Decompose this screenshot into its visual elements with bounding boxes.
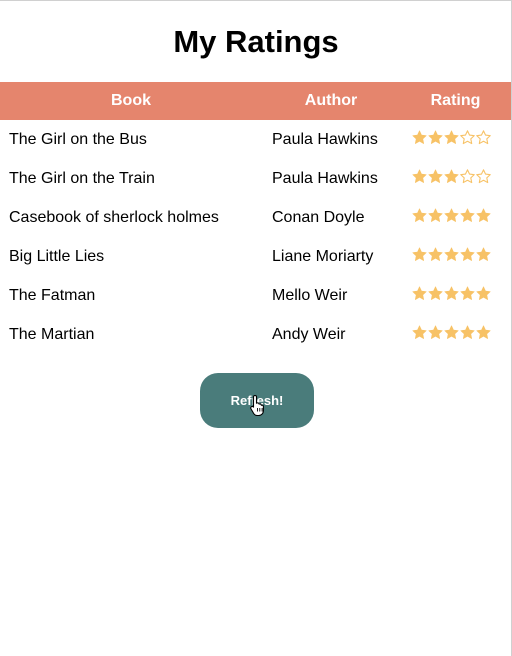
star-rating[interactable] bbox=[412, 168, 491, 184]
star-empty-icon[interactable] bbox=[476, 168, 491, 184]
table-header: Book Author Rating bbox=[0, 82, 511, 120]
star-filled-icon[interactable] bbox=[460, 208, 475, 223]
star-filled-icon[interactable] bbox=[444, 286, 459, 301]
star-filled-icon[interactable] bbox=[428, 247, 443, 262]
star-rating[interactable] bbox=[412, 247, 491, 262]
column-header-rating[interactable]: Rating bbox=[400, 82, 511, 120]
table-body: The Girl on the Bus Paula Hawkins The Girl… bbox=[0, 120, 511, 354]
star-filled-icon[interactable] bbox=[412, 247, 427, 262]
star-filled-icon[interactable] bbox=[428, 325, 443, 340]
star-rating[interactable] bbox=[412, 129, 491, 145]
star-empty-icon[interactable] bbox=[460, 129, 475, 145]
rating-cell bbox=[400, 315, 511, 354]
book-title-cell: Big Little Lies bbox=[9, 247, 105, 265]
book-title-cell: The Martian bbox=[9, 325, 95, 343]
star-rating[interactable] bbox=[412, 286, 491, 301]
star-filled-icon[interactable] bbox=[444, 130, 459, 145]
star-filled-icon[interactable] bbox=[444, 208, 459, 223]
star-filled-icon[interactable] bbox=[412, 208, 427, 223]
column-header-author[interactable]: Author bbox=[262, 82, 400, 120]
book-title-cell: The Girl on the Train bbox=[9, 169, 155, 187]
book-title-cell: Casebook of sherlock holmes bbox=[9, 208, 219, 226]
star-filled-icon[interactable] bbox=[412, 130, 427, 145]
table-row: The Martian Andy Weir bbox=[0, 315, 511, 354]
header-row: Book Author Rating bbox=[0, 82, 511, 120]
star-filled-icon[interactable] bbox=[412, 169, 427, 184]
table-row: The Fatman Mello Weir bbox=[0, 276, 511, 315]
star-filled-icon[interactable] bbox=[444, 325, 459, 340]
author-cell: Paula Hawkins bbox=[272, 169, 378, 187]
star-filled-icon[interactable] bbox=[476, 325, 491, 340]
rating-cell bbox=[400, 120, 511, 159]
star-filled-icon[interactable] bbox=[444, 247, 459, 262]
table-row: The Girl on the Bus Paula Hawkins bbox=[0, 120, 511, 159]
rating-cell bbox=[400, 276, 511, 315]
star-filled-icon[interactable] bbox=[444, 169, 459, 184]
star-empty-icon[interactable] bbox=[476, 129, 491, 145]
rating-cell bbox=[400, 159, 511, 198]
ratings-table: Book Author Rating The Girl on the Bus Pa… bbox=[0, 82, 511, 354]
refresh-button[interactable]: Refresh! bbox=[200, 373, 314, 428]
star-empty-icon[interactable] bbox=[460, 168, 475, 184]
table-row: Casebook of sherlock holmes Conan Doyle bbox=[0, 198, 511, 237]
table-row: Big Little Lies Liane Moriarty bbox=[0, 237, 511, 276]
star-filled-icon[interactable] bbox=[428, 208, 443, 223]
star-filled-icon[interactable] bbox=[476, 208, 491, 223]
table-row: The Girl on the Train Paula Hawkins bbox=[0, 159, 511, 198]
star-filled-icon[interactable] bbox=[460, 286, 475, 301]
rating-cell bbox=[400, 198, 511, 237]
star-filled-icon[interactable] bbox=[412, 286, 427, 301]
star-filled-icon[interactable] bbox=[428, 286, 443, 301]
column-header-book[interactable]: Book bbox=[0, 82, 262, 120]
star-filled-icon[interactable] bbox=[428, 169, 443, 184]
book-title-cell: The Fatman bbox=[9, 286, 96, 304]
star-rating[interactable] bbox=[412, 208, 491, 223]
star-filled-icon[interactable] bbox=[476, 247, 491, 262]
page-title: My Ratings bbox=[173, 24, 339, 59]
author-cell: Mello Weir bbox=[272, 286, 348, 304]
author-cell: Paula Hawkins bbox=[272, 130, 378, 148]
rating-cell bbox=[400, 237, 511, 276]
star-filled-icon[interactable] bbox=[476, 286, 491, 301]
book-title-cell: The Girl on the Bus bbox=[9, 130, 147, 148]
star-filled-icon[interactable] bbox=[428, 130, 443, 145]
star-filled-icon[interactable] bbox=[460, 325, 475, 340]
star-rating[interactable] bbox=[412, 325, 491, 340]
author-cell: Conan Doyle bbox=[272, 208, 365, 226]
author-cell: Andy Weir bbox=[272, 325, 346, 343]
star-filled-icon[interactable] bbox=[412, 325, 427, 340]
star-filled-icon[interactable] bbox=[460, 247, 475, 262]
author-cell: Liane Moriarty bbox=[272, 247, 374, 265]
